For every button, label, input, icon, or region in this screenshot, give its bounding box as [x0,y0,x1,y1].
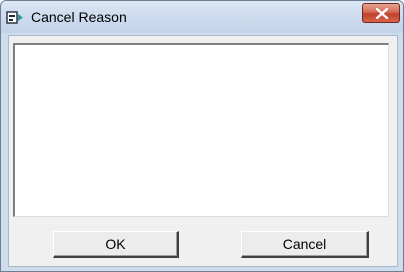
form-app-icon [6,10,24,25]
cancel-button[interactable]: Cancel [241,231,369,258]
ok-button[interactable]: OK [53,231,179,258]
dialog-client-area: OK Cancel [8,35,398,267]
cancel-reason-dialog: Cancel Reason OK Cancel [0,0,404,272]
title-bar[interactable]: Cancel Reason [1,1,403,33]
close-button[interactable] [362,3,400,23]
window-title: Cancel Reason [31,9,127,25]
close-icon [375,8,389,19]
cancel-reason-textarea[interactable] [13,43,389,217]
